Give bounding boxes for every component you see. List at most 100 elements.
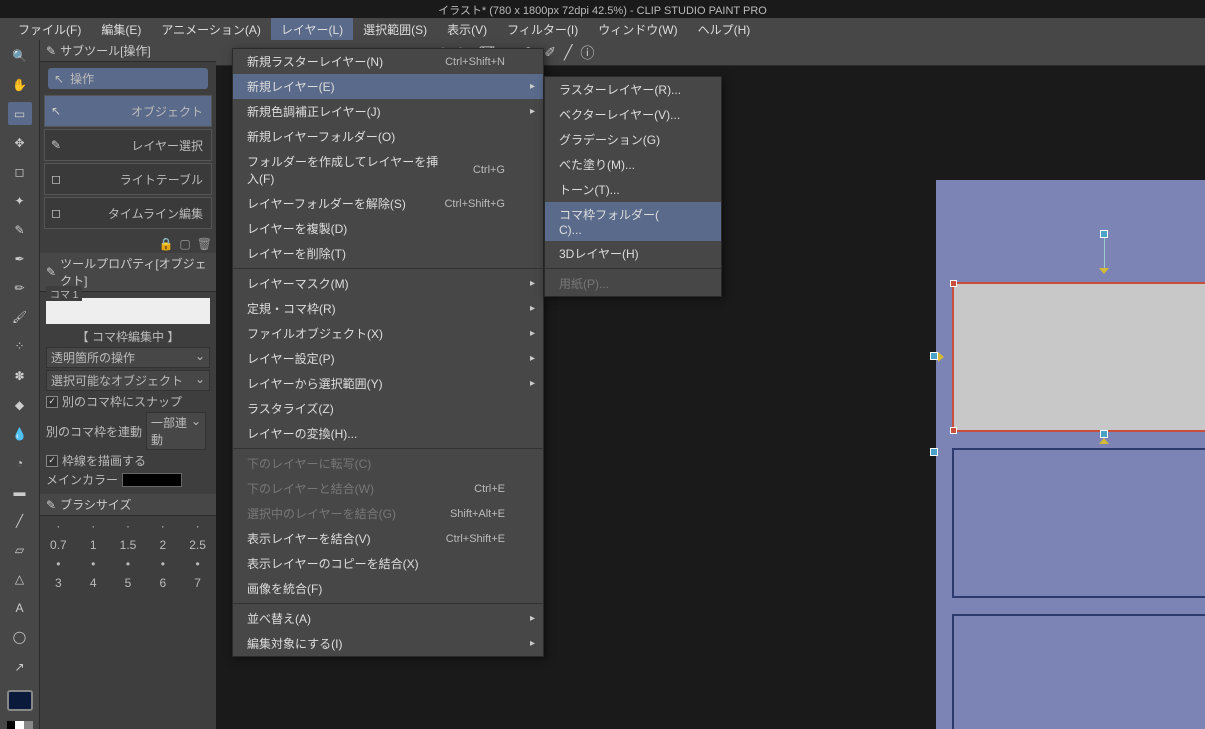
text-tool-icon[interactable]: A	[8, 597, 32, 620]
brush-dot[interactable]: •	[150, 558, 175, 570]
partial-dropdown[interactable]: 一部連動⌄	[146, 412, 206, 450]
eyedropper-tool-icon[interactable]: ✎	[8, 219, 32, 242]
menu-file[interactable]: ファイル(F)	[8, 18, 91, 41]
menu-layer[interactable]: レイヤー(L)	[271, 18, 353, 41]
submenu-vector[interactable]: ベクターレイヤー(V)...	[545, 102, 721, 127]
comic-frame[interactable]	[952, 614, 1205, 729]
menuitem-delete[interactable]: レイヤーを削除(T)	[233, 241, 543, 266]
submenu-fill[interactable]: べた塗り(M)...	[545, 152, 721, 177]
line-icon[interactable]: ╱	[564, 44, 572, 61]
transparent-dropdown[interactable]: 透明箇所の操作⌄	[46, 347, 210, 368]
snap-checkbox[interactable]	[46, 396, 58, 408]
balloon-tool-icon[interactable]: ◯	[8, 626, 32, 649]
menu-animation[interactable]: アニメーション(A)	[151, 18, 271, 41]
color-swap-icon[interactable]	[7, 721, 33, 729]
airbrush-tool-icon[interactable]: ⁘	[8, 335, 32, 358]
menuitem-new-raster[interactable]: 新規ラスターレイヤー(N)Ctrl+Shift+N	[233, 49, 543, 74]
help-icon[interactable]: ⓘ	[580, 43, 594, 63]
correct-tool-icon[interactable]: ↗	[8, 655, 32, 678]
menuitem-duplicate[interactable]: レイヤーを複製(D)	[233, 216, 543, 241]
eraser-tool-icon[interactable]: ◆	[8, 393, 32, 416]
brush-dot[interactable]: •	[81, 558, 106, 570]
property-tab[interactable]: コマ 1	[46, 286, 82, 301]
operation-tool-icon[interactable]: ▭	[8, 102, 32, 125]
blend-tool-icon[interactable]: 💧	[8, 422, 32, 445]
subtool-search[interactable]: ↖ 操作	[48, 68, 208, 89]
foreground-color-swatch[interactable]	[7, 690, 33, 711]
comic-frame[interactable]	[952, 448, 1205, 598]
menuitem-create-folder[interactable]: フォルダーを作成してレイヤーを挿入(F)Ctrl+G	[233, 149, 543, 191]
figure-tool-icon[interactable]: ╱	[8, 510, 32, 533]
menuitem-new-folder[interactable]: 新規レイヤーフォルダー(O)	[233, 124, 543, 149]
menuitem-merge-copy[interactable]: 表示レイヤーのコピーを結合(X)	[233, 551, 543, 576]
selectable-dropdown[interactable]: 選択可能なオブジェクト⌄	[46, 370, 210, 391]
bbox-handle-b[interactable]	[1100, 430, 1108, 438]
menuitem-ungroup[interactable]: レイヤーフォルダーを解除(S)Ctrl+Shift+G	[233, 191, 543, 216]
main-color-well[interactable]	[122, 473, 182, 487]
menu-select[interactable]: 選択範囲(S)	[353, 18, 437, 41]
magnify-tool-icon[interactable]: 🔍	[8, 44, 32, 67]
trash-icon[interactable]: 🗑	[197, 237, 212, 251]
brush-dot[interactable]: •	[116, 558, 141, 570]
menu-window[interactable]: ウィンドウ(W)	[588, 18, 687, 41]
lock-icon[interactable]: 🔒	[158, 237, 173, 251]
resize-handle-bl[interactable]	[950, 427, 957, 434]
menuitem-new-correction[interactable]: 新規色調補正レイヤー(J)	[233, 99, 543, 124]
submenu-raster[interactable]: ラスターレイヤー(R)...	[545, 77, 721, 102]
menuitem-flatten[interactable]: 画像を統合(F)	[233, 576, 543, 601]
menu-edit[interactable]: 編集(E)	[91, 18, 151, 41]
menuitem-fileobj[interactable]: ファイルオブジェクト(X)	[233, 321, 543, 346]
comic-frame-selected[interactable]	[952, 282, 1205, 432]
frame-tool-icon[interactable]: ▱	[8, 539, 32, 562]
edge-arrow-top[interactable]	[1099, 268, 1109, 274]
menu-view[interactable]: 表示(V)	[437, 18, 497, 41]
submenu-3d[interactable]: 3Dレイヤー(H)	[545, 241, 721, 266]
menuitem-arrange[interactable]: 並べ替え(A)	[233, 606, 543, 631]
menuitem-rasterize[interactable]: ラスタライズ(Z)	[233, 396, 543, 421]
rotation-handle[interactable]	[1100, 230, 1108, 238]
subtool-light-table[interactable]: ◻ライトテーブル	[44, 163, 212, 195]
submenu-tone[interactable]: トーン(T)...	[545, 177, 721, 202]
new-icon[interactable]: ▢	[179, 237, 190, 251]
brush-dot[interactable]: ·	[185, 520, 210, 532]
subtool-timeline[interactable]: ◻タイムライン編集	[44, 197, 212, 229]
menuitem-settings[interactable]: レイヤー設定(P)	[233, 346, 543, 371]
brush-dot[interactable]: •	[46, 558, 71, 570]
menuitem-convert[interactable]: レイヤーの変換(H)...	[233, 421, 543, 446]
brush-dot[interactable]: ·	[46, 520, 71, 532]
edge-arrow-left[interactable]	[938, 352, 944, 362]
brush-dot[interactable]: ·	[81, 520, 106, 532]
gradient-tool-icon[interactable]: ▬	[8, 480, 32, 503]
menuitem-ruler[interactable]: 定規・コマ枠(R)	[233, 296, 543, 321]
menuitem-new-layer[interactable]: 新規レイヤー(E)	[233, 74, 543, 99]
menuitem-mask[interactable]: レイヤーマスク(M)	[233, 271, 543, 296]
fill-tool-icon[interactable]: ◔	[8, 451, 32, 474]
menu-help[interactable]: ヘルプ(H)	[688, 18, 761, 41]
menuitem-merge-visible[interactable]: 表示レイヤーを結合(V)Ctrl+Shift+E	[233, 526, 543, 551]
edge-arrow-bottom[interactable]	[1099, 438, 1109, 444]
pencil-tool-icon[interactable]: ✏	[8, 277, 32, 300]
marquee-tool-icon[interactable]: ◻	[8, 160, 32, 183]
move-tool-icon[interactable]: ✥	[8, 131, 32, 154]
submenu-frame-folder[interactable]: コマ枠フォルダー( C)...	[545, 202, 721, 241]
wand-tool-icon[interactable]: ✦	[8, 189, 32, 212]
menuitem-edit-target[interactable]: 編集対象にする(I)	[233, 631, 543, 656]
brush-dot[interactable]: ·	[150, 520, 175, 532]
resize-handle-tl[interactable]	[950, 280, 957, 287]
subtool-layer-select[interactable]: ✎レイヤー選択	[44, 129, 212, 161]
brush-dot[interactable]: ·	[116, 520, 141, 532]
menu-filter[interactable]: フィルター(I)	[497, 18, 588, 41]
deco-tool-icon[interactable]: ✽	[8, 364, 32, 387]
bbox-handle-bl[interactable]	[930, 448, 938, 456]
pen-tool-icon[interactable]: ✒	[8, 248, 32, 271]
brush-dot[interactable]: •	[185, 558, 210, 570]
subtool-object[interactable]: ↖オブジェクト	[44, 95, 212, 127]
brush-tool-icon[interactable]: 🖌	[8, 306, 32, 329]
ruler-tool-icon[interactable]: △	[8, 568, 32, 591]
hand-tool-icon[interactable]: ✋	[8, 73, 32, 96]
submenu-gradient[interactable]: グラデーション(G)	[545, 127, 721, 152]
edit-path-icon[interactable]: ✐	[544, 44, 556, 61]
draw-frame-checkbox[interactable]	[46, 455, 58, 467]
menuitem-from-selection[interactable]: レイヤーから選択範囲(Y)	[233, 371, 543, 396]
bbox-handle-l[interactable]	[930, 352, 938, 360]
